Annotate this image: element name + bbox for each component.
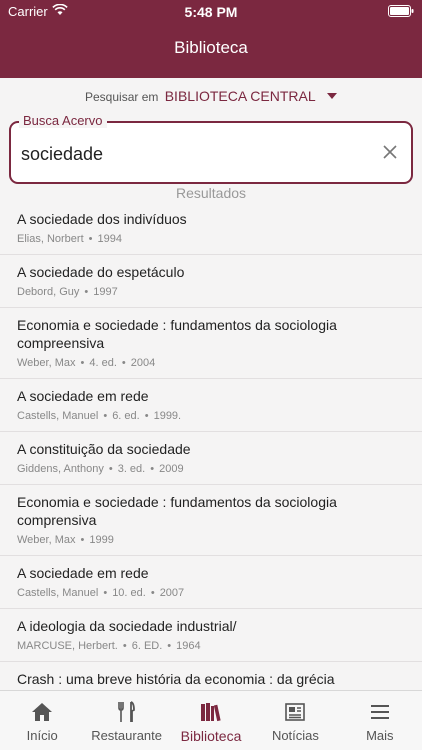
meta-value: 1964 — [176, 640, 201, 652]
meta-value: 2004 — [130, 357, 156, 369]
meta-value: Weber, Max — [17, 534, 76, 546]
meta-separator: • — [121, 357, 126, 369]
result-title: A ideologia da sociedade industrial/ — [17, 618, 237, 634]
battery-icon — [388, 5, 414, 17]
result-title: Economia e sociedade : fundamentos da so… — [17, 317, 337, 351]
result-meta: Elias, Norbert • 1994 — [17, 232, 405, 246]
result-item[interactable]: Economia e sociedade : fundamentos da so… — [0, 485, 422, 556]
result-item[interactable]: A sociedade em rede Castells, Manuel • 10. … — [0, 556, 422, 609]
meta-separator: • — [144, 410, 149, 422]
result-title: Crash : uma breve história da economia :… — [17, 671, 335, 687]
meta-value: Giddens, Anthony — [17, 463, 104, 475]
result-meta: Debord, Guy • 1997 — [17, 285, 405, 299]
newspaper-icon — [285, 703, 306, 721]
tab-restaurante[interactable]: Restaurante — [84, 691, 168, 750]
result-item[interactable]: A constituição da sociedade Giddens, Anth… — [0, 432, 422, 485]
tab-bar: Início Restaurante Biblioteca Notícias Mais — [0, 690, 422, 750]
result-meta: Weber, Max • 1999 — [17, 533, 405, 547]
results-header: Resultados — [175, 185, 247, 201]
page-title: Biblioteca — [174, 38, 248, 57]
meta-value: MARCUSE, Herbert. — [17, 640, 118, 652]
home-icon — [32, 703, 53, 721]
result-item[interactable]: A sociedade em rede Castells, Manuel • 6. e… — [0, 379, 422, 432]
meta-separator: • — [103, 410, 108, 422]
result-title: A sociedade em rede — [17, 565, 149, 581]
search-field[interactable]: Busca Acervo — [9, 113, 413, 184]
meta-value: 1999 — [89, 534, 114, 546]
result-item[interactable]: Crash : uma breve história da economia :… — [0, 662, 422, 690]
meta-value: Elias, Norbert — [17, 233, 84, 245]
meta-separator: • — [88, 233, 93, 245]
meta-separator: • — [80, 534, 85, 546]
search-input[interactable] — [21, 141, 361, 167]
tab-label: Notícias — [271, 728, 319, 743]
tab-mais[interactable]: Mais — [338, 691, 422, 750]
result-item[interactable]: A ideologia da sociedade industrial/MARC… — [0, 609, 422, 662]
chevron-down-icon[interactable] — [327, 93, 337, 99]
result-item[interactable]: A sociedade do espetáculo Debord, Guy • 199… — [0, 255, 422, 308]
meta-separator: • — [150, 587, 155, 599]
meta-value: Castells, Manuel — [17, 410, 99, 422]
result-meta: MARCUSE, Herbert. • 6. ED. • 1964 — [17, 639, 405, 653]
meta-value: 10. ed. — [112, 587, 146, 599]
fork-knife-icon — [117, 701, 135, 722]
meta-value: 1999. — [153, 410, 182, 422]
status-bar: Carrier 5:48 PM — [0, 0, 422, 24]
search-scope-value[interactable]: BIBLIOTECA CENTRAL — [165, 88, 316, 104]
books-icon — [201, 703, 221, 722]
meta-value: Weber, Max — [17, 357, 76, 369]
result-title: A sociedade dos indivíduos — [17, 211, 187, 227]
meta-value: 1994 — [97, 233, 122, 245]
meta-value: 1997 — [93, 286, 118, 298]
tab-label: Biblioteca — [180, 728, 242, 744]
close-icon[interactable] — [383, 145, 397, 159]
meta-value: 2009 — [159, 463, 184, 475]
meta-value: 6. ED. — [131, 640, 163, 652]
search-scope-label: Pesquisar em — [85, 90, 159, 104]
meta-value: 3. ed. — [117, 463, 146, 475]
result-item[interactable]: A sociedade dos indivíduos Elias, Norbert… — [0, 202, 422, 255]
meta-separator: • — [167, 640, 172, 652]
meta-value: 2007 — [159, 587, 185, 599]
meta-separator: • — [108, 463, 113, 475]
results-list[interactable]: A sociedade dos indivíduos Elias, Norbert… — [0, 202, 422, 690]
result-meta: Weber, Max • 4. ed. • 2004 — [17, 356, 405, 370]
meta-separator: • — [84, 286, 89, 298]
meta-value: Debord, Guy — [17, 286, 80, 298]
result-title: A constituição da sociedade — [17, 441, 191, 457]
result-title: Economia e sociedade : fundamentos da so… — [17, 494, 337, 528]
result-title: A sociedade do espetáculo — [17, 264, 185, 280]
meta-separator: • — [122, 640, 127, 652]
meta-separator: • — [80, 357, 85, 369]
tab-label: Início — [26, 728, 58, 743]
meta-separator: • — [150, 463, 155, 475]
meta-separator: • — [103, 587, 108, 599]
status-time: 5:48 PM — [184, 4, 238, 20]
tab-label: Restaurante — [91, 728, 163, 743]
tab-incio[interactable]: Início — [0, 691, 84, 750]
meta-value: 6. ed. — [112, 410, 140, 422]
tab-biblioteca[interactable]: Biblioteca — [169, 691, 253, 750]
search-scope-selector[interactable]: Pesquisar em BIBLIOTECA CENTRAL — [0, 88, 422, 104]
tab-label: Mais — [366, 728, 394, 743]
result-meta: Castells, Manuel • 10. ed. • 2007 — [17, 586, 405, 600]
tab-notcias[interactable]: Notícias — [253, 691, 337, 750]
result-title: A sociedade em rede — [17, 388, 149, 404]
meta-value: Castells, Manuel — [17, 587, 99, 599]
result-item[interactable]: Economia e sociedade : fundamentos da so… — [0, 308, 422, 379]
meta-value: 4. ed. — [89, 357, 117, 369]
search-field-label: Busca Acervo — [19, 113, 107, 128]
app-header: Carrier 5:48 PM Biblioteca — [0, 0, 422, 78]
result-meta: Giddens, Anthony • 3. ed. • 2009 — [17, 462, 405, 476]
result-meta: Castells, Manuel • 6. ed. • 1999. — [17, 409, 405, 423]
menu-icon — [370, 705, 389, 719]
